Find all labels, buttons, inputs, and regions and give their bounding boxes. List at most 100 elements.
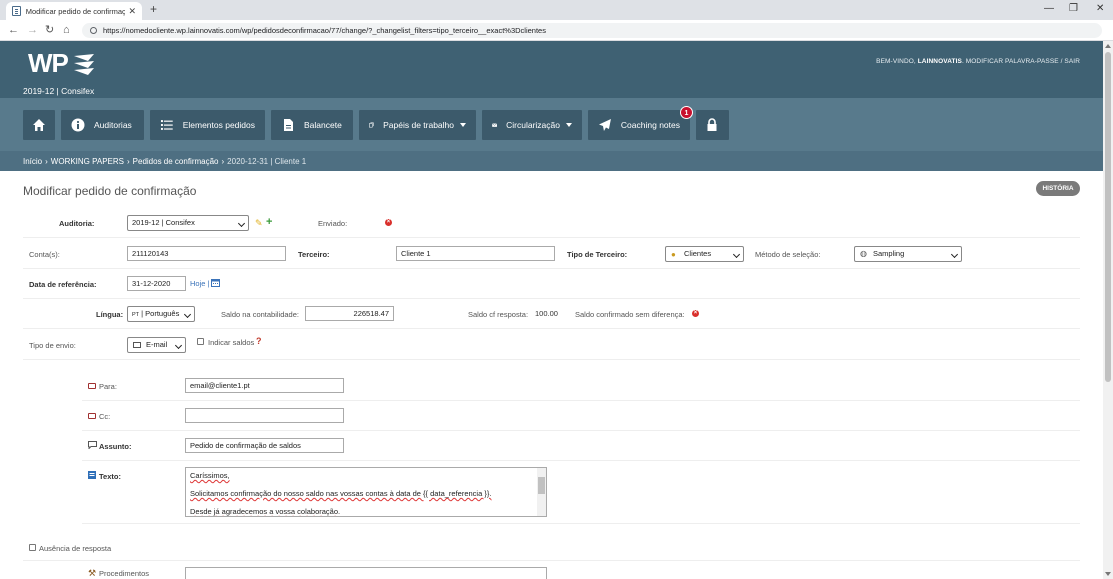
assunto-label: Assunto: — [99, 442, 132, 451]
hoje-link[interactable]: Hoje | — [190, 279, 209, 288]
url-field[interactable]: https://nomedocliente.wp.lainnovatis.com… — [82, 23, 1102, 38]
lingua-flag-code: PT — [132, 312, 140, 318]
auditoria-label: Auditoria: — [59, 219, 95, 228]
document-icon — [12, 6, 21, 16]
metodo-selecao-select[interactable]: ◍ Sampling — [854, 246, 962, 262]
data-referencia-label: Data de referência: — [29, 280, 97, 289]
tipo-envio-select[interactable]: E-mail — [127, 337, 186, 353]
info-icon — [71, 118, 85, 132]
maximize-icon[interactable]: ❐ — [1069, 3, 1078, 14]
assunto-input[interactable]: Pedido de confirmação de saldos — [185, 438, 344, 453]
ausencia-resposta-label: Ausência de resposta — [39, 544, 112, 553]
edit-pencil-icon[interactable]: ✎ — [255, 218, 263, 229]
money-bag-icon: ● — [671, 250, 676, 259]
user-actions-link[interactable]: . MODIFICAR PALAVRA-PASSE / SAIR — [962, 58, 1080, 65]
tipo-terceiro-select[interactable]: ● Clientes — [665, 246, 744, 262]
envelope-icon — [133, 342, 141, 348]
nav-label: Circularização — [506, 120, 560, 130]
scrollbar-thumb[interactable] — [1105, 52, 1111, 382]
logo-text: WP — [28, 48, 69, 78]
project-name: 2019-12 | Consifex — [23, 86, 95, 96]
reload-icon[interactable]: ↻ — [45, 24, 54, 36]
nav-home-button[interactable] — [23, 110, 55, 140]
enviado-label: Enviado: — [318, 219, 348, 228]
calendar-icon[interactable] — [211, 278, 220, 287]
back-icon[interactable]: ← — [8, 24, 19, 36]
new-tab-icon[interactable]: + — [150, 2, 157, 16]
tab-close-icon[interactable]: ✕ — [128, 6, 136, 17]
breadcrumb-section[interactable]: WORKING PAPERS — [51, 157, 124, 166]
contas-input[interactable]: 211120143 — [127, 246, 286, 261]
texto-line: Desde já agradecemos a vossa colaboração… — [190, 507, 341, 516]
wp-logo[interactable]: WP — [28, 48, 96, 79]
breadcrumb-current: 2020-12-31 | Cliente 1 — [227, 156, 307, 166]
home-icon — [33, 119, 45, 131]
nav-lock-button[interactable] — [696, 110, 729, 140]
saldo-contabilidade-input[interactable]: 226518.47 — [305, 306, 394, 321]
saldo-contabilidade-label: Saldo na contabilidade: — [221, 310, 299, 319]
nav-auditorias[interactable]: Auditorias — [61, 110, 144, 140]
form-row-ausencia — [23, 535, 1080, 561]
nav-elementos-pedidos[interactable]: Elementos pedidos — [150, 110, 265, 140]
cc-label: Cc: — [99, 412, 111, 421]
file-icon — [284, 119, 293, 131]
nav-label: Auditorias — [94, 120, 132, 130]
terceiro-label: Terceiro: — [298, 250, 330, 259]
indicar-saldos-checkbox[interactable] — [197, 338, 204, 345]
saldo-sem-diferenca-false-icon: × — [692, 310, 699, 317]
nav-balancete[interactable]: Balancete — [271, 110, 353, 140]
add-plus-icon[interactable]: + — [266, 216, 272, 228]
texto-line: Solicitamos confirmação do nosso saldo n… — [190, 489, 492, 498]
cc-input[interactable] — [185, 408, 344, 423]
para-input[interactable]: email@cliente1.pt — [185, 378, 344, 393]
nav-label: Papéis de trabalho — [383, 120, 454, 130]
terceiro-input[interactable]: Cliente 1 — [396, 246, 555, 261]
page-scrollbar[interactable] — [1103, 41, 1113, 579]
browser-tab[interactable]: Modificar pedido de confirmaçã ✕ — [6, 2, 142, 20]
main-nav: Auditorias Elementos pedidos Balancete P… — [0, 98, 1103, 151]
username: LAINNOVATIS — [917, 58, 962, 65]
sampling-icon: ◍ — [860, 249, 867, 258]
auditoria-select[interactable]: 2019-12 | Consifex — [127, 215, 249, 231]
scroll-up-icon[interactable] — [1105, 44, 1111, 48]
saldo-cf-resposta-value: 100.00 — [535, 309, 558, 318]
texto-textarea[interactable]: Caríssimos, Solicitamos confirmação do n… — [185, 467, 547, 517]
help-icon[interactable]: ? — [256, 336, 262, 346]
breadcrumb: Início › WORKING PAPERS › Pedidos de confi… — [0, 151, 1103, 171]
textarea-scrollbar[interactable] — [537, 468, 546, 516]
metodo-selecao-value: Sampling — [873, 249, 905, 258]
nav-papeis-de-trabalho[interactable]: Papéis de trabalho — [359, 110, 476, 140]
page-title: Modificar pedido de confirmação — [23, 184, 197, 198]
tipo-envio-value: E-mail — [146, 340, 168, 349]
procedimentos-textarea[interactable] — [185, 567, 547, 579]
secure-icon — [90, 27, 97, 34]
browser-tabbar: Modificar pedido de confirmaçã ✕ + — ❐ ✕ — [0, 0, 1113, 20]
home-icon[interactable]: ⌂ — [63, 24, 70, 36]
contas-label: Conta(s): — [29, 250, 60, 259]
envelope-icon — [88, 413, 96, 419]
tipo-envio-label: Tipo de envio: — [29, 341, 76, 350]
paper-plane-icon — [598, 119, 611, 131]
breadcrumb-home[interactable]: Início — [23, 157, 42, 166]
book-logo-icon — [73, 53, 94, 75]
history-button[interactable]: HISTÓRIA — [1036, 181, 1080, 196]
ausencia-resposta-checkbox[interactable] — [29, 544, 36, 551]
tab-title: Modificar pedido de confirmaçã — [25, 6, 126, 16]
dropdown-caret-icon — [460, 123, 466, 127]
comment-icon — [88, 441, 97, 449]
window-close-icon[interactable]: ✕ — [1096, 3, 1104, 14]
hammer-icon: ⚒ — [88, 568, 97, 578]
breadcrumb-list[interactable]: Pedidos de confirmação — [133, 157, 219, 166]
scroll-down-icon[interactable] — [1105, 572, 1111, 576]
lingua-select[interactable]: PT | Português — [127, 306, 195, 322]
envelope-icon — [492, 123, 498, 127]
envelope-icon — [88, 383, 96, 389]
minimize-icon[interactable]: — — [1044, 3, 1054, 14]
nav-coaching-notes[interactable]: Coaching notes — [588, 110, 690, 140]
lingua-value: | Português — [141, 309, 180, 318]
forward-icon[interactable]: → — [27, 24, 38, 36]
data-referencia-input[interactable]: 31-12-2020 — [127, 276, 186, 291]
metodo-selecao-label: Método de seleção: — [755, 250, 821, 259]
para-label: Para: — [99, 382, 117, 391]
nav-circularizacao[interactable]: Circularização — [482, 110, 582, 140]
